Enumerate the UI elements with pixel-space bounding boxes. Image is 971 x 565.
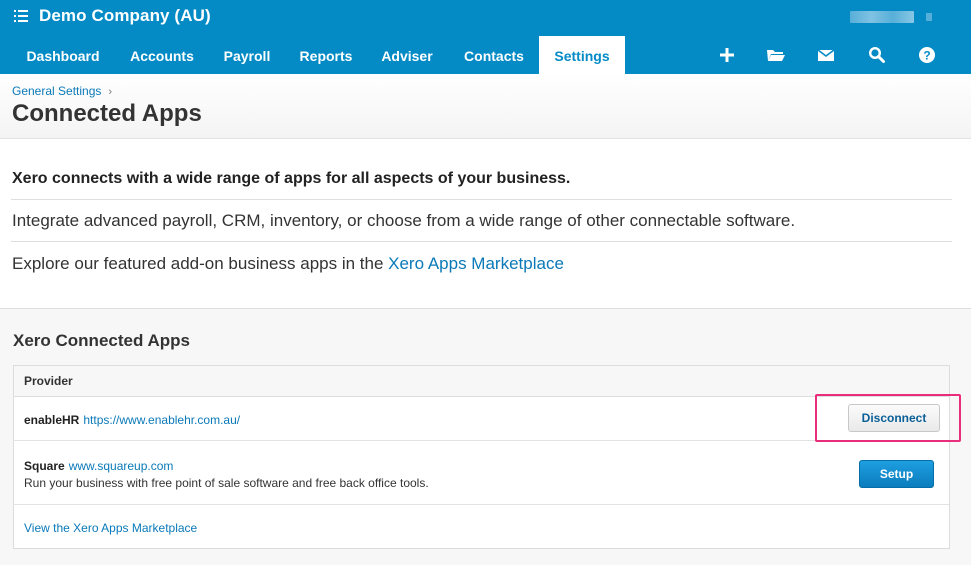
page-header: General Settings › Connected Apps [0, 74, 971, 139]
list-icon[interactable] [14, 9, 28, 23]
user-menu-caret-blurred[interactable] [926, 13, 932, 21]
tab-contacts[interactable]: Contacts [452, 36, 536, 74]
setup-button[interactable]: Setup [859, 460, 934, 488]
tab-settings[interactable]: Settings [539, 36, 625, 74]
provider-url-link[interactable]: www.squareup.com [69, 459, 174, 473]
provider-description: Run your business with free point of sal… [24, 476, 429, 490]
tab-adviser[interactable]: Adviser [370, 36, 444, 74]
connected-apps-table: Provider enableHR https://www.enablehr.co… [13, 365, 950, 549]
main-nav: Dashboard Accounts Payroll Reports Advis… [0, 36, 971, 74]
breadcrumb-chevron-icon: › [108, 86, 113, 98]
provider-name: Square [24, 459, 65, 473]
provider-name: enableHR [24, 413, 80, 427]
mail-icon[interactable] [817, 46, 835, 64]
provider-url-link[interactable]: https://www.enablehr.com.au/ [83, 413, 240, 427]
page-title: Connected Apps [12, 100, 202, 127]
add-icon[interactable] [718, 46, 736, 64]
intro-text-explore: Explore our featured add-on business app… [12, 254, 564, 274]
column-header-provider: Provider [24, 374, 73, 388]
svg-text:?: ? [923, 49, 930, 63]
tab-payroll[interactable]: Payroll [210, 36, 284, 74]
user-name-blurred[interactable] [850, 11, 914, 23]
divider [11, 199, 952, 200]
connected-apps-title: Xero Connected Apps [13, 331, 190, 350]
help-icon[interactable]: ? [918, 46, 936, 64]
breadcrumb-general-settings[interactable]: General Settings [12, 84, 101, 98]
intro-text-integrate: Integrate advanced payroll, CRM, invento… [12, 211, 796, 230]
disconnect-button[interactable]: Disconnect [848, 404, 940, 432]
table-row-enablehr: enableHR https://www.enablehr.com.au/ [14, 397, 949, 441]
tab-accounts[interactable]: Accounts [116, 36, 208, 74]
view-marketplace-link[interactable]: View the Xero Apps Marketplace [24, 521, 197, 535]
organisation-name[interactable]: Demo Company (AU) [39, 6, 211, 26]
tab-dashboard[interactable]: Dashboard [12, 36, 114, 74]
intro-heading: Xero connects with a wide range of apps … [12, 170, 571, 187]
folder-icon[interactable] [766, 46, 786, 64]
divider [11, 241, 952, 242]
table-header: Provider [14, 366, 949, 397]
breadcrumb: General Settings › [12, 84, 112, 98]
table-row-square: Square www.squareup.com Run your business… [14, 441, 949, 505]
xero-apps-marketplace-link[interactable]: Xero Apps Marketplace [388, 254, 564, 273]
intro-explore-prefix: Explore our featured add-on business app… [12, 254, 389, 273]
search-icon[interactable] [868, 46, 886, 64]
tab-reports[interactable]: Reports [288, 36, 364, 74]
top-bar: Demo Company (AU) [0, 0, 971, 36]
